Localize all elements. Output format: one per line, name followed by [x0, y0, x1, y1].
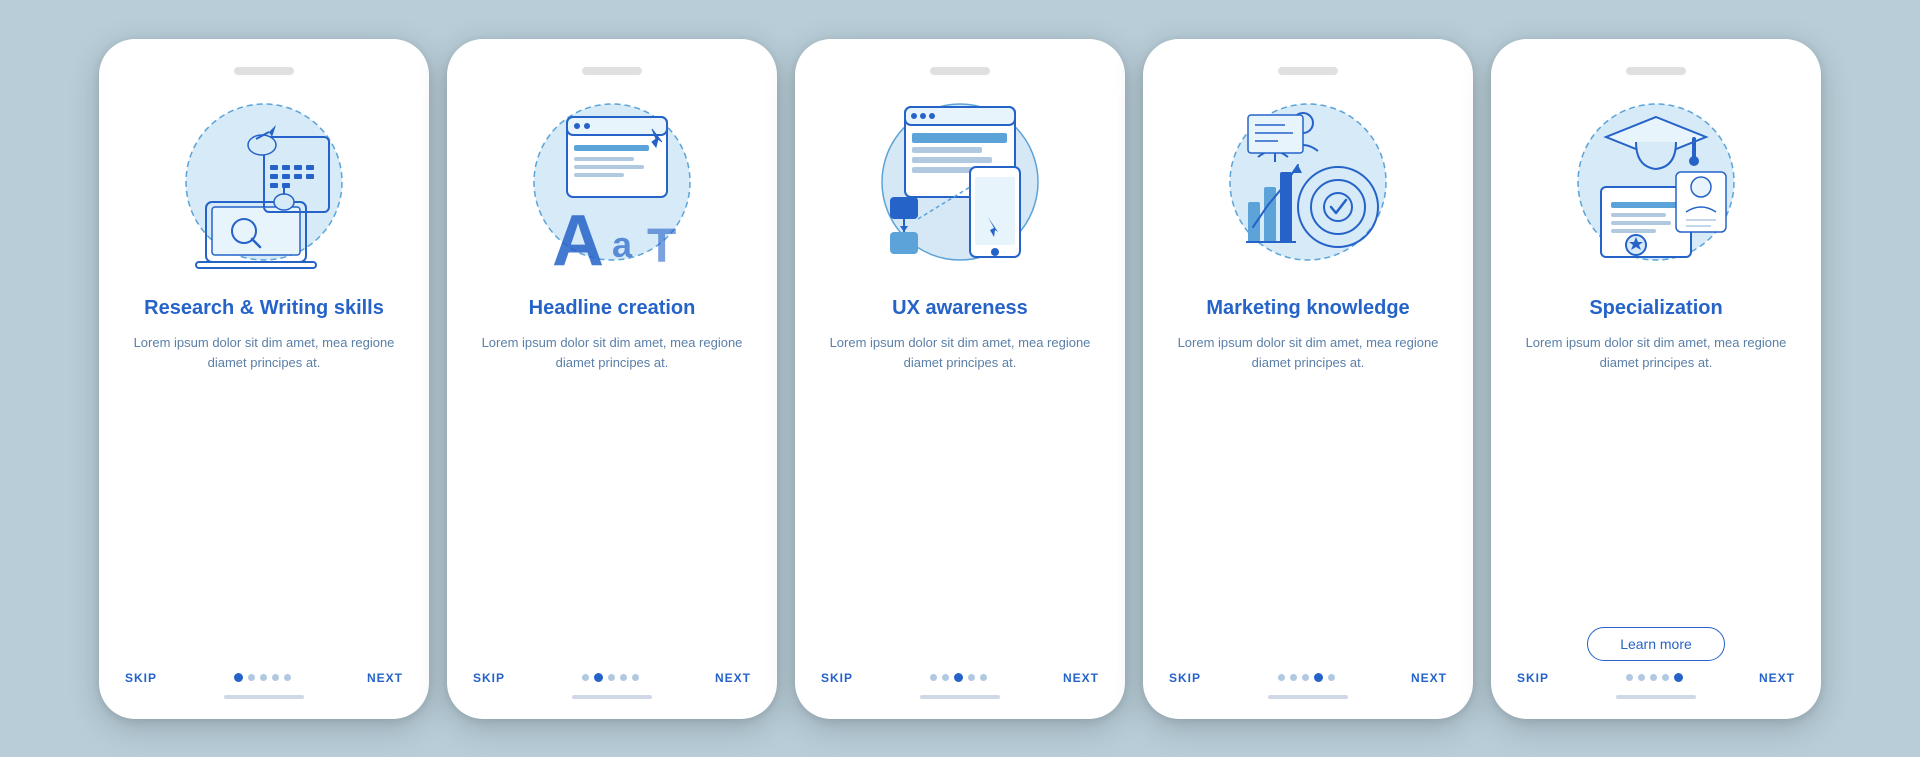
dot-3-2	[942, 674, 949, 681]
dot-5-2	[1638, 674, 1645, 681]
next-button-4[interactable]: NEXT	[1411, 671, 1447, 685]
phone-marketing: Marketing knowledge Lorem ipsum dolor si…	[1143, 39, 1473, 719]
dot-4-1	[1278, 674, 1285, 681]
skip-button-4[interactable]: SKIP	[1169, 671, 1201, 685]
dot-5-1	[1626, 674, 1633, 681]
illustration-research-writing	[174, 85, 354, 285]
phone-nav-2: SKIP NEXT	[469, 671, 755, 685]
dot-3-5	[980, 674, 987, 681]
dot-2-2	[594, 673, 603, 682]
next-button-3[interactable]: NEXT	[1063, 671, 1099, 685]
phone-research-writing: Research & Writing skills Lorem ipsum do…	[99, 39, 429, 719]
skip-button-2[interactable]: SKIP	[473, 671, 505, 685]
skip-button-1[interactable]: SKIP	[125, 671, 157, 685]
dot-3-1	[930, 674, 937, 681]
phone-notch-3	[930, 67, 990, 75]
phone-notch-2	[582, 67, 642, 75]
phone-ux: UX awareness Lorem ipsum dolor sit dim a…	[795, 39, 1125, 719]
phone-title-5: Specialization	[1589, 295, 1722, 321]
next-button-5[interactable]: NEXT	[1759, 671, 1795, 685]
phone-bar-5	[1616, 695, 1696, 699]
phone-nav-3: SKIP NEXT	[817, 671, 1103, 685]
dots-4	[1278, 673, 1335, 682]
dot-3-4	[968, 674, 975, 681]
dot-1-1	[234, 673, 243, 682]
dot-5-3	[1650, 674, 1657, 681]
phone-notch-5	[1626, 67, 1686, 75]
dots-3	[930, 673, 987, 682]
phone-bar-3	[920, 695, 1000, 699]
phone-title-2: Headline creation	[529, 295, 696, 321]
phone-nav-5: SKIP NEXT	[1513, 671, 1799, 685]
dot-4-2	[1290, 674, 1297, 681]
phone-bar-1	[224, 695, 304, 699]
dots-5	[1626, 673, 1683, 682]
illustration-specialization	[1566, 85, 1746, 285]
skip-button-5[interactable]: SKIP	[1517, 671, 1549, 685]
phone-title-3: UX awareness	[892, 295, 1028, 321]
phone-title-1: Research & Writing skills	[144, 295, 384, 321]
dot-4-4	[1314, 673, 1323, 682]
phone-desc-5: Lorem ipsum dolor sit dim amet, mea regi…	[1513, 333, 1799, 613]
phone-nav-4: SKIP NEXT	[1165, 671, 1451, 685]
phones-container: Research & Writing skills Lorem ipsum do…	[99, 39, 1821, 719]
phone-notch	[234, 67, 294, 75]
dot-1-5	[284, 674, 291, 681]
phone-desc-2: Lorem ipsum dolor sit dim amet, mea regi…	[469, 333, 755, 657]
next-button-1[interactable]: NEXT	[367, 671, 403, 685]
dot-1-4	[272, 674, 279, 681]
phone-desc-1: Lorem ipsum dolor sit dim amet, mea regi…	[121, 333, 407, 657]
phone-nav-1: SKIP NEXT	[121, 671, 407, 685]
dot-1-3	[260, 674, 267, 681]
dot-2-3	[608, 674, 615, 681]
dots-2	[582, 673, 639, 682]
dot-2-4	[620, 674, 627, 681]
phone-title-4: Marketing knowledge	[1206, 295, 1409, 321]
dots-1	[234, 673, 291, 682]
skip-button-3[interactable]: SKIP	[821, 671, 853, 685]
illustration-headline: A a T	[522, 85, 702, 285]
svg-text:A: A	[552, 201, 604, 281]
dot-1-2	[248, 674, 255, 681]
phone-specialization: Specialization Lorem ipsum dolor sit dim…	[1491, 39, 1821, 719]
phone-desc-3: Lorem ipsum dolor sit dim amet, mea regi…	[817, 333, 1103, 657]
illustration-ux	[870, 85, 1050, 285]
dot-5-5	[1674, 673, 1683, 682]
dot-4-3	[1302, 674, 1309, 681]
learn-more-button[interactable]: Learn more	[1587, 627, 1725, 661]
dot-5-4	[1662, 674, 1669, 681]
phone-desc-4: Lorem ipsum dolor sit dim amet, mea regi…	[1165, 333, 1451, 657]
next-button-2[interactable]: NEXT	[715, 671, 751, 685]
phone-headline: A a T Headline creation Lorem ipsum dolo…	[447, 39, 777, 719]
phone-bar-4	[1268, 695, 1348, 699]
illustration-marketing	[1218, 85, 1398, 285]
dot-2-5	[632, 674, 639, 681]
svg-text:T: T	[647, 220, 676, 273]
dot-3-3	[954, 673, 963, 682]
svg-text:a: a	[612, 224, 633, 265]
phone-bar-2	[572, 695, 652, 699]
dot-4-5	[1328, 674, 1335, 681]
dot-2-1	[582, 674, 589, 681]
phone-notch-4	[1278, 67, 1338, 75]
